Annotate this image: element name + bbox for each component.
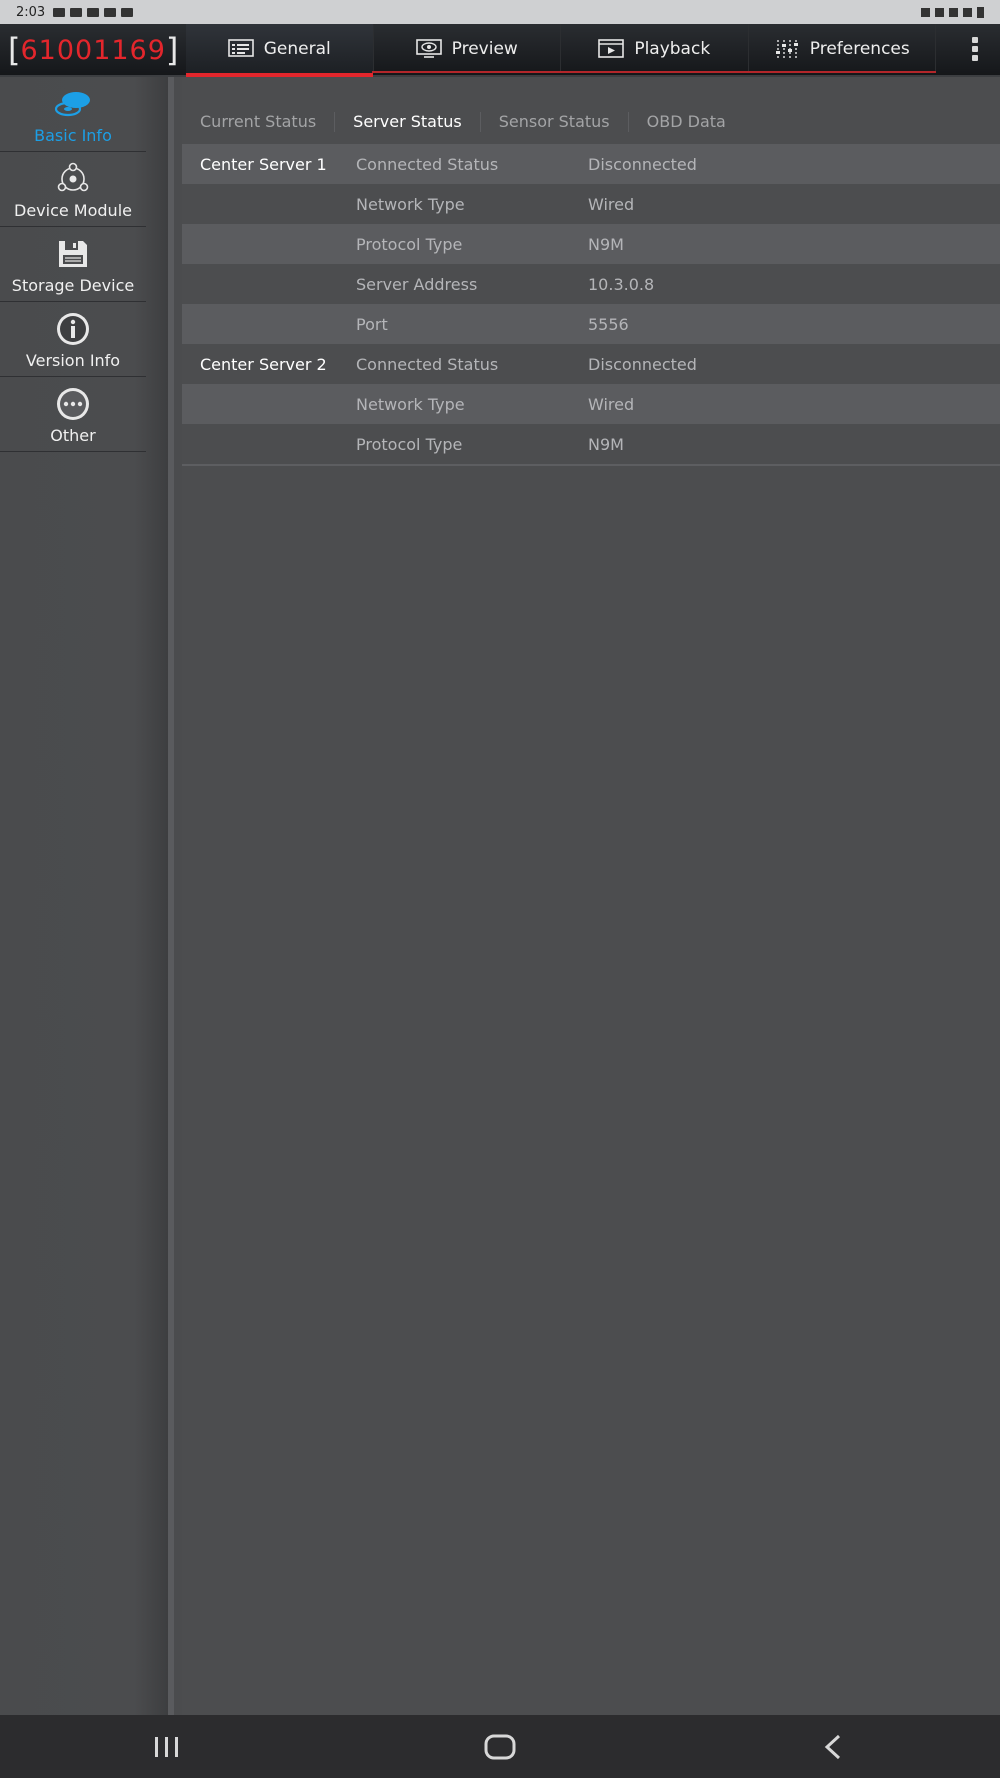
field-value: N9M	[588, 434, 624, 454]
bluetooth-icon	[921, 7, 930, 17]
subtab-obd-data[interactable]: OBD Data	[629, 112, 744, 132]
sidebar-item-label: Basic Info	[34, 126, 112, 145]
field-label: Connected Status	[356, 154, 499, 174]
tab-preferences-label: Preferences	[809, 38, 910, 59]
sidebar-item-basic-info[interactable]: Basic Info	[0, 77, 146, 152]
preview-icon	[415, 38, 442, 58]
subtab-current-status[interactable]: Current Status	[182, 112, 336, 132]
field-value: 10.3.0.8	[588, 274, 655, 294]
device-module-icon	[53, 161, 93, 197]
status-time: 2:03	[16, 4, 46, 20]
server-group-label: Center Server 2	[200, 354, 327, 374]
top-navigation-bar: [ 61001169 ] General Preview Playback Pr…	[0, 24, 1000, 77]
basic-info-icon	[53, 86, 93, 122]
tab-underline	[372, 71, 936, 73]
preferences-icon	[775, 39, 798, 58]
field-value: Wired	[588, 194, 635, 214]
recent-apps-icon	[154, 1736, 178, 1757]
sidebar: Basic Info Device Module Storage Device …	[0, 77, 174, 1715]
device-id-number: 61001169	[20, 34, 166, 66]
sidebar-item-storage-device[interactable]: Storage Device	[0, 227, 146, 302]
recent-apps-button[interactable]	[147, 1732, 187, 1762]
table-row: Network Type Wired	[182, 184, 1000, 224]
home-icon	[484, 1734, 516, 1759]
field-label: Network Type	[356, 394, 465, 414]
notification-icon	[87, 7, 100, 17]
menu-dot	[972, 46, 978, 52]
subtab-sensor-status[interactable]: Sensor Status	[481, 112, 629, 132]
system-status-bar: 2:03	[0, 0, 1000, 24]
sidebar-item-label: Storage Device	[11, 276, 135, 295]
field-value: 5556	[588, 314, 629, 334]
sidebar-item-other[interactable]: Other	[0, 377, 146, 452]
sub-tabs: Current Status Server Status Sensor Stat…	[182, 107, 744, 137]
tab-general[interactable]: General	[186, 24, 374, 77]
menu-dot	[972, 55, 978, 61]
app-screen: 2:03 [ 61001169 ] General Preview Playba…	[0, 0, 1000, 1778]
field-label: Port	[356, 314, 388, 334]
battery-icon	[977, 6, 984, 18]
field-value: Wired	[588, 394, 635, 414]
main-tabs: General Preview Playback Preferences	[186, 24, 936, 77]
system-indicators	[921, 6, 984, 18]
field-value: Disconnected	[588, 154, 697, 174]
field-label: Connected Status	[356, 354, 499, 374]
table-row: Protocol Type N9M	[182, 224, 1000, 264]
table-row: Network Type Wired	[182, 384, 1000, 424]
field-label: Protocol Type	[356, 234, 463, 254]
tab-general-label: General	[263, 38, 331, 59]
server-group-label: Center Server 1	[200, 154, 327, 174]
home-button[interactable]	[480, 1732, 520, 1762]
sidebar-item-label: Version Info	[25, 351, 121, 370]
back-icon	[825, 1734, 841, 1759]
overflow-menu-icon[interactable]	[972, 37, 980, 61]
tab-preferences[interactable]: Preferences	[749, 24, 936, 73]
field-value: N9M	[588, 234, 624, 254]
notification-icon	[70, 7, 83, 17]
notification-icon	[104, 7, 117, 17]
other-icon	[53, 386, 93, 422]
table-row: Protocol Type N9M	[182, 424, 1000, 464]
tab-playback[interactable]: Playback	[561, 24, 749, 73]
system-navigation-bar	[0, 1715, 1000, 1778]
version-info-icon	[53, 311, 93, 347]
table-row: Server Address 10.3.0.8	[182, 264, 1000, 304]
general-icon	[227, 38, 254, 57]
sidebar-item-label: Device Module	[14, 201, 132, 220]
main-content: Current Status Server Status Sensor Stat…	[182, 77, 1000, 1715]
bracket-right: ]	[165, 31, 179, 69]
playback-icon	[598, 38, 625, 58]
field-value: Disconnected	[588, 354, 697, 374]
bracket-left: [	[8, 31, 21, 69]
sidebar-item-version-info[interactable]: Version Info	[0, 302, 146, 377]
table-row: Center Server 2 Connected Status Disconn…	[182, 344, 1000, 384]
table-row: Center Server 1 Connected Status Disconn…	[182, 144, 1000, 184]
back-button[interactable]	[813, 1732, 853, 1762]
device-id-display: [ 61001169 ]	[8, 29, 178, 71]
tab-playback-label: Playback	[634, 38, 711, 59]
mute-icon	[935, 7, 944, 17]
menu-dot	[972, 37, 978, 43]
sidebar-item-label: Other	[50, 426, 96, 445]
notification-icon	[53, 7, 66, 17]
storage-device-icon	[53, 236, 93, 272]
wifi-icon	[949, 7, 958, 17]
field-label: Protocol Type	[356, 434, 463, 454]
notification-icon	[121, 7, 134, 17]
table-row: Port 5556	[182, 304, 1000, 344]
subtab-server-status[interactable]: Server Status	[335, 112, 481, 132]
field-label: Network Type	[356, 194, 465, 214]
sidebar-item-device-module[interactable]: Device Module	[0, 152, 146, 227]
field-label: Server Address	[356, 274, 478, 294]
signal-icon	[963, 7, 972, 17]
tab-preview-label: Preview	[451, 38, 518, 59]
server-status-table: Center Server 1 Connected Status Disconn…	[182, 144, 1000, 466]
tab-preview[interactable]: Preview	[374, 24, 561, 73]
